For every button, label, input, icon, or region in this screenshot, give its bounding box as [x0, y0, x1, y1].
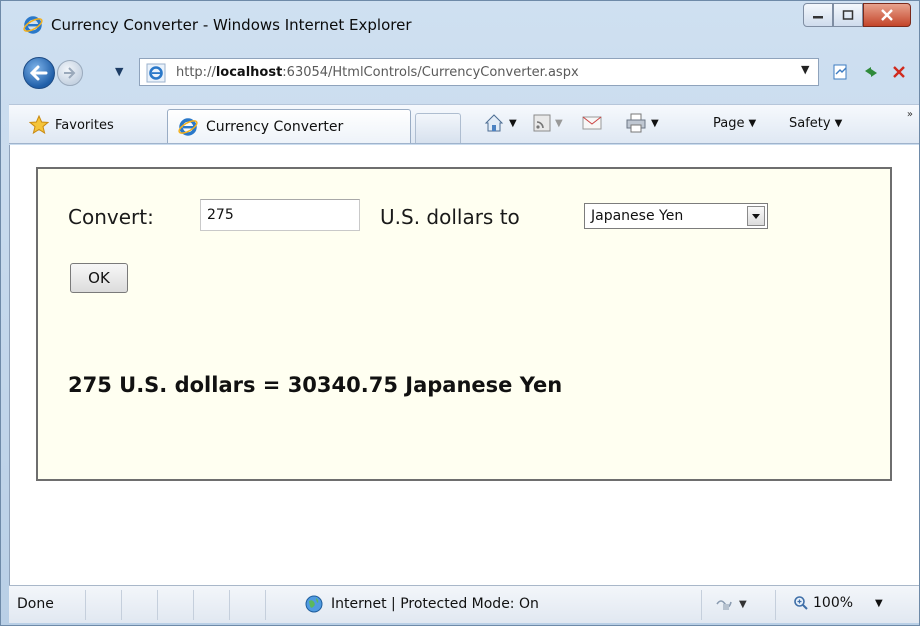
- safety-menu[interactable]: Safety ▼: [789, 116, 842, 131]
- amount-input[interactable]: [200, 199, 360, 231]
- select-arrow-button[interactable]: [747, 206, 765, 226]
- magnifier-icon: [794, 596, 808, 610]
- maximize-icon: [842, 10, 854, 20]
- add-ons-button[interactable]: ▼: [715, 596, 747, 612]
- status-bar: Done Internet | Protected Mode: On ▼ 100…: [9, 585, 919, 623]
- convert-label: Convert:: [68, 205, 154, 229]
- minimize-button[interactable]: [803, 3, 833, 27]
- home-button[interactable]: ▼: [483, 112, 517, 134]
- new-tab-button[interactable]: [415, 113, 461, 143]
- status-divider: [121, 590, 122, 620]
- browser-window: Currency Converter - Windows Internet Ex…: [0, 0, 920, 626]
- security-zone[interactable]: Internet | Protected Mode: On: [305, 595, 539, 613]
- url-host: localhost: [215, 65, 283, 80]
- tab-title: Currency Converter: [206, 118, 344, 135]
- status-divider: [85, 590, 86, 620]
- safety-menu-label: Safety: [789, 116, 831, 131]
- maximize-button[interactable]: [833, 3, 863, 27]
- recent-pages-dropdown[interactable]: ▼: [115, 65, 123, 78]
- refresh-icon: [865, 67, 877, 77]
- back-button[interactable]: [23, 57, 55, 89]
- ok-button[interactable]: OK: [70, 263, 128, 293]
- security-zone-label: Internet | Protected Mode: On: [331, 596, 539, 612]
- chevron-down-icon: [752, 214, 760, 219]
- currency-selected-value: Japanese Yen: [591, 208, 684, 224]
- home-dropdown-arrow: ▼: [509, 117, 517, 129]
- compatibility-icon: [833, 64, 847, 80]
- printer-icon: [626, 113, 646, 133]
- add-ons-dropdown-arrow: ▼: [739, 598, 747, 610]
- status-divider: [229, 590, 230, 620]
- refresh-button[interactable]: [857, 58, 885, 86]
- print-dropdown-arrow: ▼: [651, 117, 659, 129]
- zoom-dropdown-arrow: ▼: [875, 597, 883, 609]
- safety-menu-arrow: ▼: [834, 118, 843, 129]
- page-menu-arrow: ▼: [748, 118, 757, 129]
- globe-icon: [305, 595, 323, 613]
- status-divider: [775, 590, 776, 620]
- currency-select[interactable]: Japanese Yen: [584, 203, 768, 229]
- compatibility-view-button[interactable]: [827, 58, 855, 86]
- zoom-control[interactable]: 100% ▼: [793, 595, 883, 611]
- status-divider: [157, 590, 158, 620]
- forward-button[interactable]: [57, 60, 83, 86]
- url-path: :63054/HtmlControls/CurrencyConverter.as…: [282, 65, 579, 80]
- stop-icon: [893, 66, 905, 78]
- zoom-level: 100%: [813, 595, 854, 611]
- address-row: ▼ http://localhost:63054/HtmlControls/Cu…: [1, 53, 919, 93]
- tab-currency-converter[interactable]: Currency Converter: [167, 109, 411, 143]
- page-viewport: Convert: U.S. dollars to Japanese Yen OK…: [9, 145, 919, 585]
- conversion-result: 275 U.S. dollars = 30340.75 Japanese Yen: [68, 373, 563, 397]
- minimize-icon: [813, 16, 823, 19]
- rss-icon: [533, 114, 551, 132]
- forward-arrow-icon: [64, 67, 76, 79]
- page-menu[interactable]: Page ▼: [713, 116, 756, 131]
- page-ie-icon: [146, 63, 166, 83]
- close-button[interactable]: [863, 3, 911, 27]
- ie-logo-icon: [23, 16, 43, 34]
- feeds-dropdown-arrow: ▼: [555, 117, 563, 129]
- print-button[interactable]: ▼: [625, 113, 659, 133]
- status-divider: [265, 590, 266, 620]
- back-arrow-icon: [30, 65, 48, 81]
- feeds-button[interactable]: ▼: [533, 114, 563, 132]
- home-icon: [484, 114, 504, 132]
- status-divider: [193, 590, 194, 620]
- address-dropdown[interactable]: ▼: [801, 63, 809, 76]
- status-divider: [701, 590, 702, 620]
- stop-button[interactable]: [885, 58, 913, 86]
- star-icon: [29, 115, 49, 135]
- url-prefix: http://: [176, 65, 216, 80]
- more-commands-chevron[interactable]: »: [907, 109, 913, 120]
- title-bar: Currency Converter - Windows Internet Ex…: [1, 1, 919, 45]
- address-bar[interactable]: http://localhost:63054/HtmlControls/Curr…: [139, 58, 819, 86]
- page-menu-label: Page: [713, 116, 745, 131]
- usd-label: U.S. dollars to: [380, 205, 520, 229]
- command-bar: Favorites Currency Converter ▼ ▼ ▼ Page …: [9, 104, 919, 144]
- mail-icon: [582, 116, 602, 130]
- mail-button[interactable]: [581, 114, 603, 132]
- close-icon: [881, 9, 893, 21]
- window-controls: [803, 3, 911, 29]
- status-text: Done: [17, 596, 54, 612]
- favorites-button[interactable]: Favorites: [29, 113, 114, 137]
- window-title: Currency Converter - Windows Internet Ex…: [51, 16, 412, 34]
- protected-mode-icon: [716, 600, 732, 610]
- favorites-label: Favorites: [55, 117, 114, 133]
- address-url: http://localhost:63054/HtmlControls/Curr…: [176, 65, 579, 80]
- converter-panel: Convert: U.S. dollars to Japanese Yen OK…: [36, 167, 892, 481]
- tab-ie-icon: [178, 117, 198, 136]
